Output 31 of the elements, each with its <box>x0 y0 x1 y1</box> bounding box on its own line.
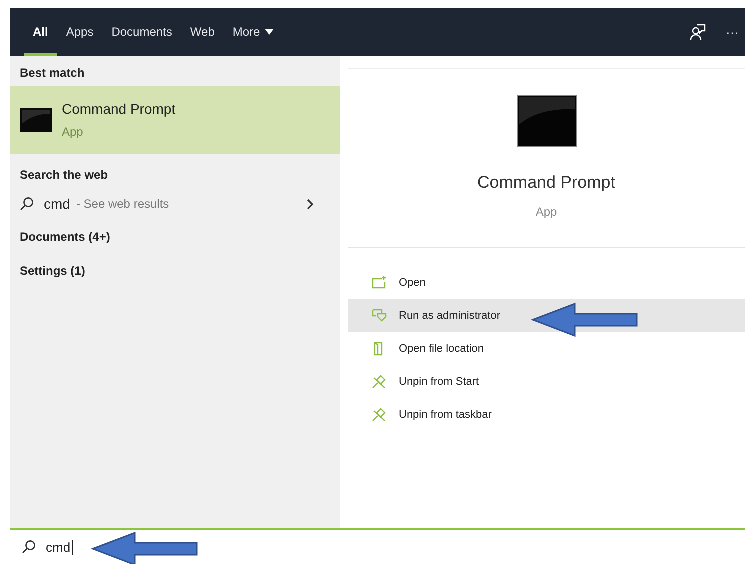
action-item[interactable]: Unpin from Start <box>348 365 745 398</box>
unpin-icon <box>372 374 387 388</box>
tab[interactable]: More <box>224 8 284 56</box>
best-match-item[interactable]: Command Prompt App <box>10 86 340 154</box>
terminal-icon <box>20 108 52 132</box>
app-type: App <box>62 125 84 139</box>
unpin-icon <box>372 408 387 422</box>
section-heading: Search the web <box>19 167 110 184</box>
app-type: App <box>536 205 558 219</box>
app-name: Command Prompt <box>62 101 176 117</box>
open-window-icon <box>372 276 387 289</box>
feedback-icon[interactable] <box>690 24 706 40</box>
tab[interactable]: Apps <box>57 8 103 56</box>
result-group[interactable]: Settings (1) <box>10 254 340 288</box>
shield-icon <box>372 309 387 322</box>
search-icon <box>20 197 34 211</box>
result-group[interactable]: Documents (4+) <box>10 220 340 254</box>
action-item[interactable]: Unpin from taskbar <box>348 398 745 431</box>
action-item[interactable]: Open <box>348 266 745 299</box>
app-name: Command Prompt <box>478 173 616 193</box>
terminal-icon <box>516 95 576 147</box>
chevron-right-icon <box>307 198 314 210</box>
action-item[interactable]: Open file location <box>348 332 745 365</box>
section-heading: Best match <box>19 65 86 82</box>
search-icon <box>22 540 36 554</box>
web-search-item[interactable]: cmd - See web results <box>10 188 340 220</box>
tab[interactable]: Documents <box>102 8 182 56</box>
web-query: cmd <box>44 196 70 212</box>
more-options[interactable]: ··· <box>726 24 739 40</box>
tab[interactable]: Web <box>181 8 224 56</box>
web-hint: - See web results <box>76 197 170 211</box>
